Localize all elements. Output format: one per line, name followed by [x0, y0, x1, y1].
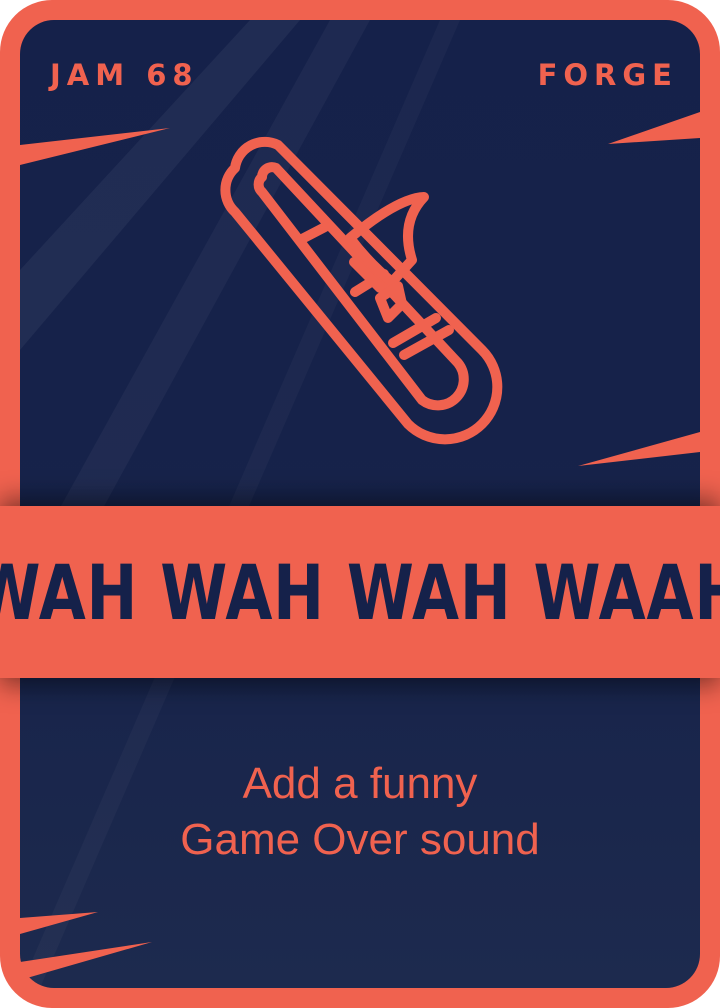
slash-decoration [578, 432, 700, 466]
card-description: Add a funny Game Over sound [0, 756, 720, 868]
challenge-card: JAM 68 FORGE WAH WAH WAH WAAH Add a funn… [0, 0, 720, 1008]
title-banner: WAH WAH WAH WAAH [0, 506, 720, 678]
trombone-icon [220, 136, 503, 445]
description-line-2: Game Over sound [180, 815, 540, 864]
slash-decoration [20, 128, 170, 165]
slash-decoration [20, 942, 152, 980]
slash-decoration [608, 112, 700, 144]
card-title: WAH WAH WAH WAAH [0, 547, 720, 637]
slash-decoration [20, 912, 98, 934]
description-line-1: Add a funny [242, 759, 478, 808]
